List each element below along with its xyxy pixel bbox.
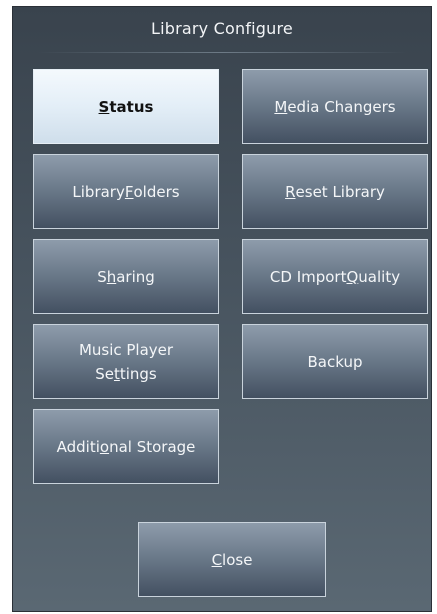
library-configure-dialog: Library Configure Status Media Changers … <box>12 6 432 612</box>
cd-import-quality-button[interactable]: CD Import Quality <box>242 239 428 314</box>
music-player-settings-button[interactable]: Music Player Settings <box>33 324 219 399</box>
status-button[interactable]: Status <box>33 69 219 144</box>
reset-library-button[interactable]: Reset Library <box>242 154 428 229</box>
additional-storage-button[interactable]: Additi o nal Storage <box>33 409 219 484</box>
library-folders-button[interactable]: Library Folders <box>33 154 219 229</box>
title-divider <box>37 52 407 53</box>
access-key-letter: M <box>274 97 288 116</box>
music-player-settings-label-line2: Settings <box>95 364 157 383</box>
backup-button[interactable]: Backup <box>242 324 428 399</box>
access-key-letter: Q <box>346 267 359 286</box>
access-key-letter: C <box>211 550 223 569</box>
access-key-letter: o <box>99 437 110 456</box>
sharing-button[interactable]: Sh aring <box>33 239 219 314</box>
access-key-letter: F <box>124 182 134 201</box>
access-key-letter: t <box>113 364 120 383</box>
close-button[interactable]: Close <box>138 522 326 597</box>
access-key-letter: R <box>285 182 296 201</box>
media-changers-button[interactable]: Media Changers <box>242 69 428 144</box>
access-key-letter: h <box>106 267 117 286</box>
music-player-settings-label-line1: Music Player <box>78 340 174 359</box>
access-key-letter: S <box>98 97 110 116</box>
dialog-title: Library Configure <box>151 19 293 38</box>
